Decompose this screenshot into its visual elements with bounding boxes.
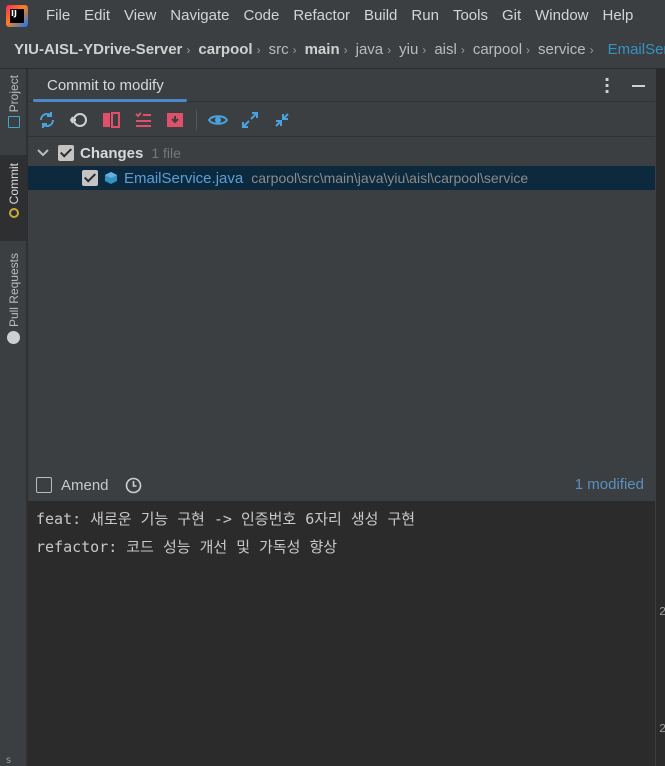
file-checkbox[interactable] [82,170,98,186]
breadcrumb-project[interactable]: YIU-AISL-YDrive-Server [14,41,182,58]
menu-refactor[interactable]: Refactor [293,7,350,24]
minimize-icon[interactable] [632,85,645,87]
tool-tab-pull-requests-label: Pull Requests [6,253,21,328]
breadcrumb-main[interactable]: main [305,41,340,58]
breadcrumb-yiu[interactable]: yiu [399,41,418,58]
breadcrumb-service[interactable]: service [538,41,586,58]
panel-header: Commit to modify · · · [28,69,655,102]
file-path: carpool\src\main\java\yiu\aisl\carpool\s… [251,170,529,186]
chevron-down-icon[interactable] [36,146,50,160]
menu-help[interactable]: Help [603,7,634,24]
tool-tab-pull-requests[interactable]: Pull Requests [0,253,27,363]
file-name: EmailService.java [124,169,244,187]
group-by-icon[interactable] [132,109,154,131]
menu-git[interactable]: Git [502,7,521,24]
gutter-number: 2 [659,605,665,619]
chevron-right-icon: › [387,42,392,57]
github-icon [7,331,20,345]
breadcrumb-carpool[interactable]: carpool [473,41,522,58]
changes-tree: Changes 1 file EmailService.java carpool… [28,138,655,478]
breadcrumb-file[interactable]: EmailService [608,41,665,58]
tool-tab-commit-label: Commit [6,163,21,205]
commit-message-editor[interactable]: feat: 새로운 기능 구현 -> 인증번호 6자리 생성 구현 refact… [28,501,655,766]
amend-label[interactable]: Amend [61,477,109,494]
intellij-logo-icon[interactable]: IJ [6,4,28,27]
tool-tab-commit[interactable]: Commit [0,155,27,241]
menu-code[interactable]: Code [243,7,279,24]
collapse-all-icon[interactable] [271,109,293,131]
project-icon [7,116,20,129]
menu-view[interactable]: View [124,7,156,24]
menu-window[interactable]: Window [535,7,588,24]
chevron-right-icon: › [589,42,594,57]
commit-toolbar [28,103,655,137]
java-class-icon [598,43,605,56]
more-options-icon[interactable]: · · · [601,72,613,100]
changes-file-count: 1 file [151,145,181,161]
changes-group-checkbox[interactable] [58,145,74,161]
list-item[interactable]: EmailService.java carpool\src\main\java\… [28,166,655,190]
menu-edit[interactable]: Edit [84,7,110,24]
chevron-right-icon: › [256,42,261,57]
gutter-number: 2 [659,722,665,736]
changes-group-label: Changes [80,144,144,162]
tab-commit-to-modify-label: Commit to modify [47,77,164,94]
breadcrumb: YIU-AISL-YDrive-Server › carpool › src › ma… [0,31,665,69]
java-class-icon [105,172,117,184]
chevron-right-icon: › [526,42,531,57]
menu-navigate[interactable]: Navigate [170,7,229,24]
editor-gutter-edge: 2 2 [655,69,665,766]
expand-all-icon[interactable] [239,109,261,131]
changes-group-row[interactable]: Changes 1 file [28,141,655,165]
tab-active-indicator [33,99,187,102]
tool-tab-bottom-stub[interactable]: s [6,755,11,766]
amend-bar: Amend 1 modified [28,469,655,501]
breadcrumb-src[interactable]: src [269,41,289,58]
chevron-right-icon: › [292,42,297,57]
breadcrumb-aisl[interactable]: aisl [434,41,457,58]
eye-icon[interactable] [207,109,229,131]
show-diff-icon[interactable] [100,109,122,131]
commit-message-line: refactor: 코드 성능 개선 및 가독성 향상 [36,538,338,556]
refresh-icon[interactable] [36,109,58,131]
chevron-right-icon: › [460,42,465,57]
tab-commit-to-modify[interactable]: Commit to modify [33,69,187,102]
menu-tools[interactable]: Tools [453,7,488,24]
menu-build[interactable]: Build [364,7,397,24]
tool-tab-project-label: Project [6,75,21,113]
menu-run[interactable]: Run [411,7,439,24]
menu-bar: IJ File Edit View Navigate Code Refactor… [0,0,665,31]
modified-count-link[interactable]: 1 modified [575,476,644,493]
tool-tab-project[interactable]: Project [0,75,27,147]
shelve-icon[interactable] [164,109,186,131]
menu-file[interactable]: File [46,7,70,24]
commit-history-clock-icon[interactable] [125,477,142,494]
commit-tool-window: Commit to modify · · · Changes 1 file Em… [28,69,655,766]
tool-window-strip: Project Commit Pull Requests s [0,69,27,766]
rollback-icon[interactable] [68,109,90,131]
commit-icon [8,208,19,219]
breadcrumb-module[interactable]: carpool [198,41,252,58]
chevron-right-icon: › [343,42,348,57]
chevron-right-icon: › [186,42,191,57]
breadcrumb-java[interactable]: java [356,41,384,58]
chevron-right-icon: › [422,42,427,57]
toolbar-separator [196,109,197,130]
amend-checkbox[interactable] [36,477,52,493]
commit-message-line: feat: 새로운 기능 구현 -> 인증번호 6자리 생성 구현 [36,510,416,528]
